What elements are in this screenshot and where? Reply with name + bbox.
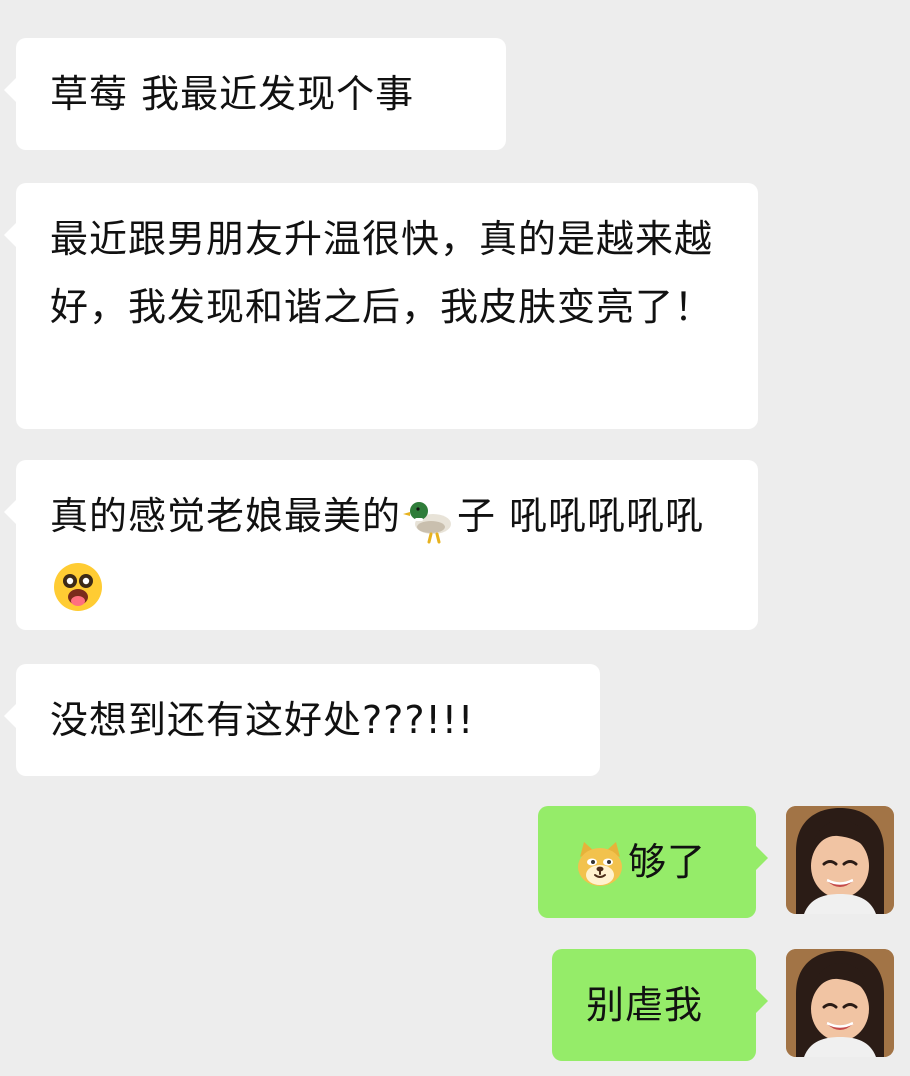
- surprised-tongue-icon: [52, 561, 104, 613]
- doge-icon: [574, 839, 626, 891]
- chat-message-1[interactable]: 草莓 我最近发现个事: [4, 38, 506, 150]
- duck-icon: [403, 493, 455, 545]
- message-text: 够了: [628, 840, 707, 884]
- chat-message-2[interactable]: 最近跟男朋友升温很快，真的是越来越好，我发现和谐之后，我皮肤变亮了！: [4, 183, 758, 429]
- chat-message-4[interactable]: 没想到还有这好处???!!!: [4, 664, 600, 776]
- message-text: 最近跟男朋友升温很快，真的是越来越好，我发现和谐之后，我皮肤变亮了！: [50, 217, 714, 329]
- message-text-part1: 真的感觉老娘最美的: [50, 494, 402, 538]
- chat-message-3[interactable]: 真的感觉老娘最美的 子 吼吼吼吼吼: [4, 460, 758, 630]
- message-text: 草莓 我最近发现个事: [50, 72, 415, 116]
- user-avatar[interactable]: [786, 806, 894, 914]
- message-text-part2: 子 吼吼吼吼吼: [457, 494, 705, 538]
- user-avatar[interactable]: [786, 949, 894, 1057]
- chat-message-6[interactable]: 别虐我: [552, 949, 768, 1061]
- message-text: 别虐我: [586, 983, 704, 1027]
- chat-message-5[interactable]: 够了: [538, 806, 768, 918]
- message-text: 没想到还有这好处???!!!: [50, 698, 475, 742]
